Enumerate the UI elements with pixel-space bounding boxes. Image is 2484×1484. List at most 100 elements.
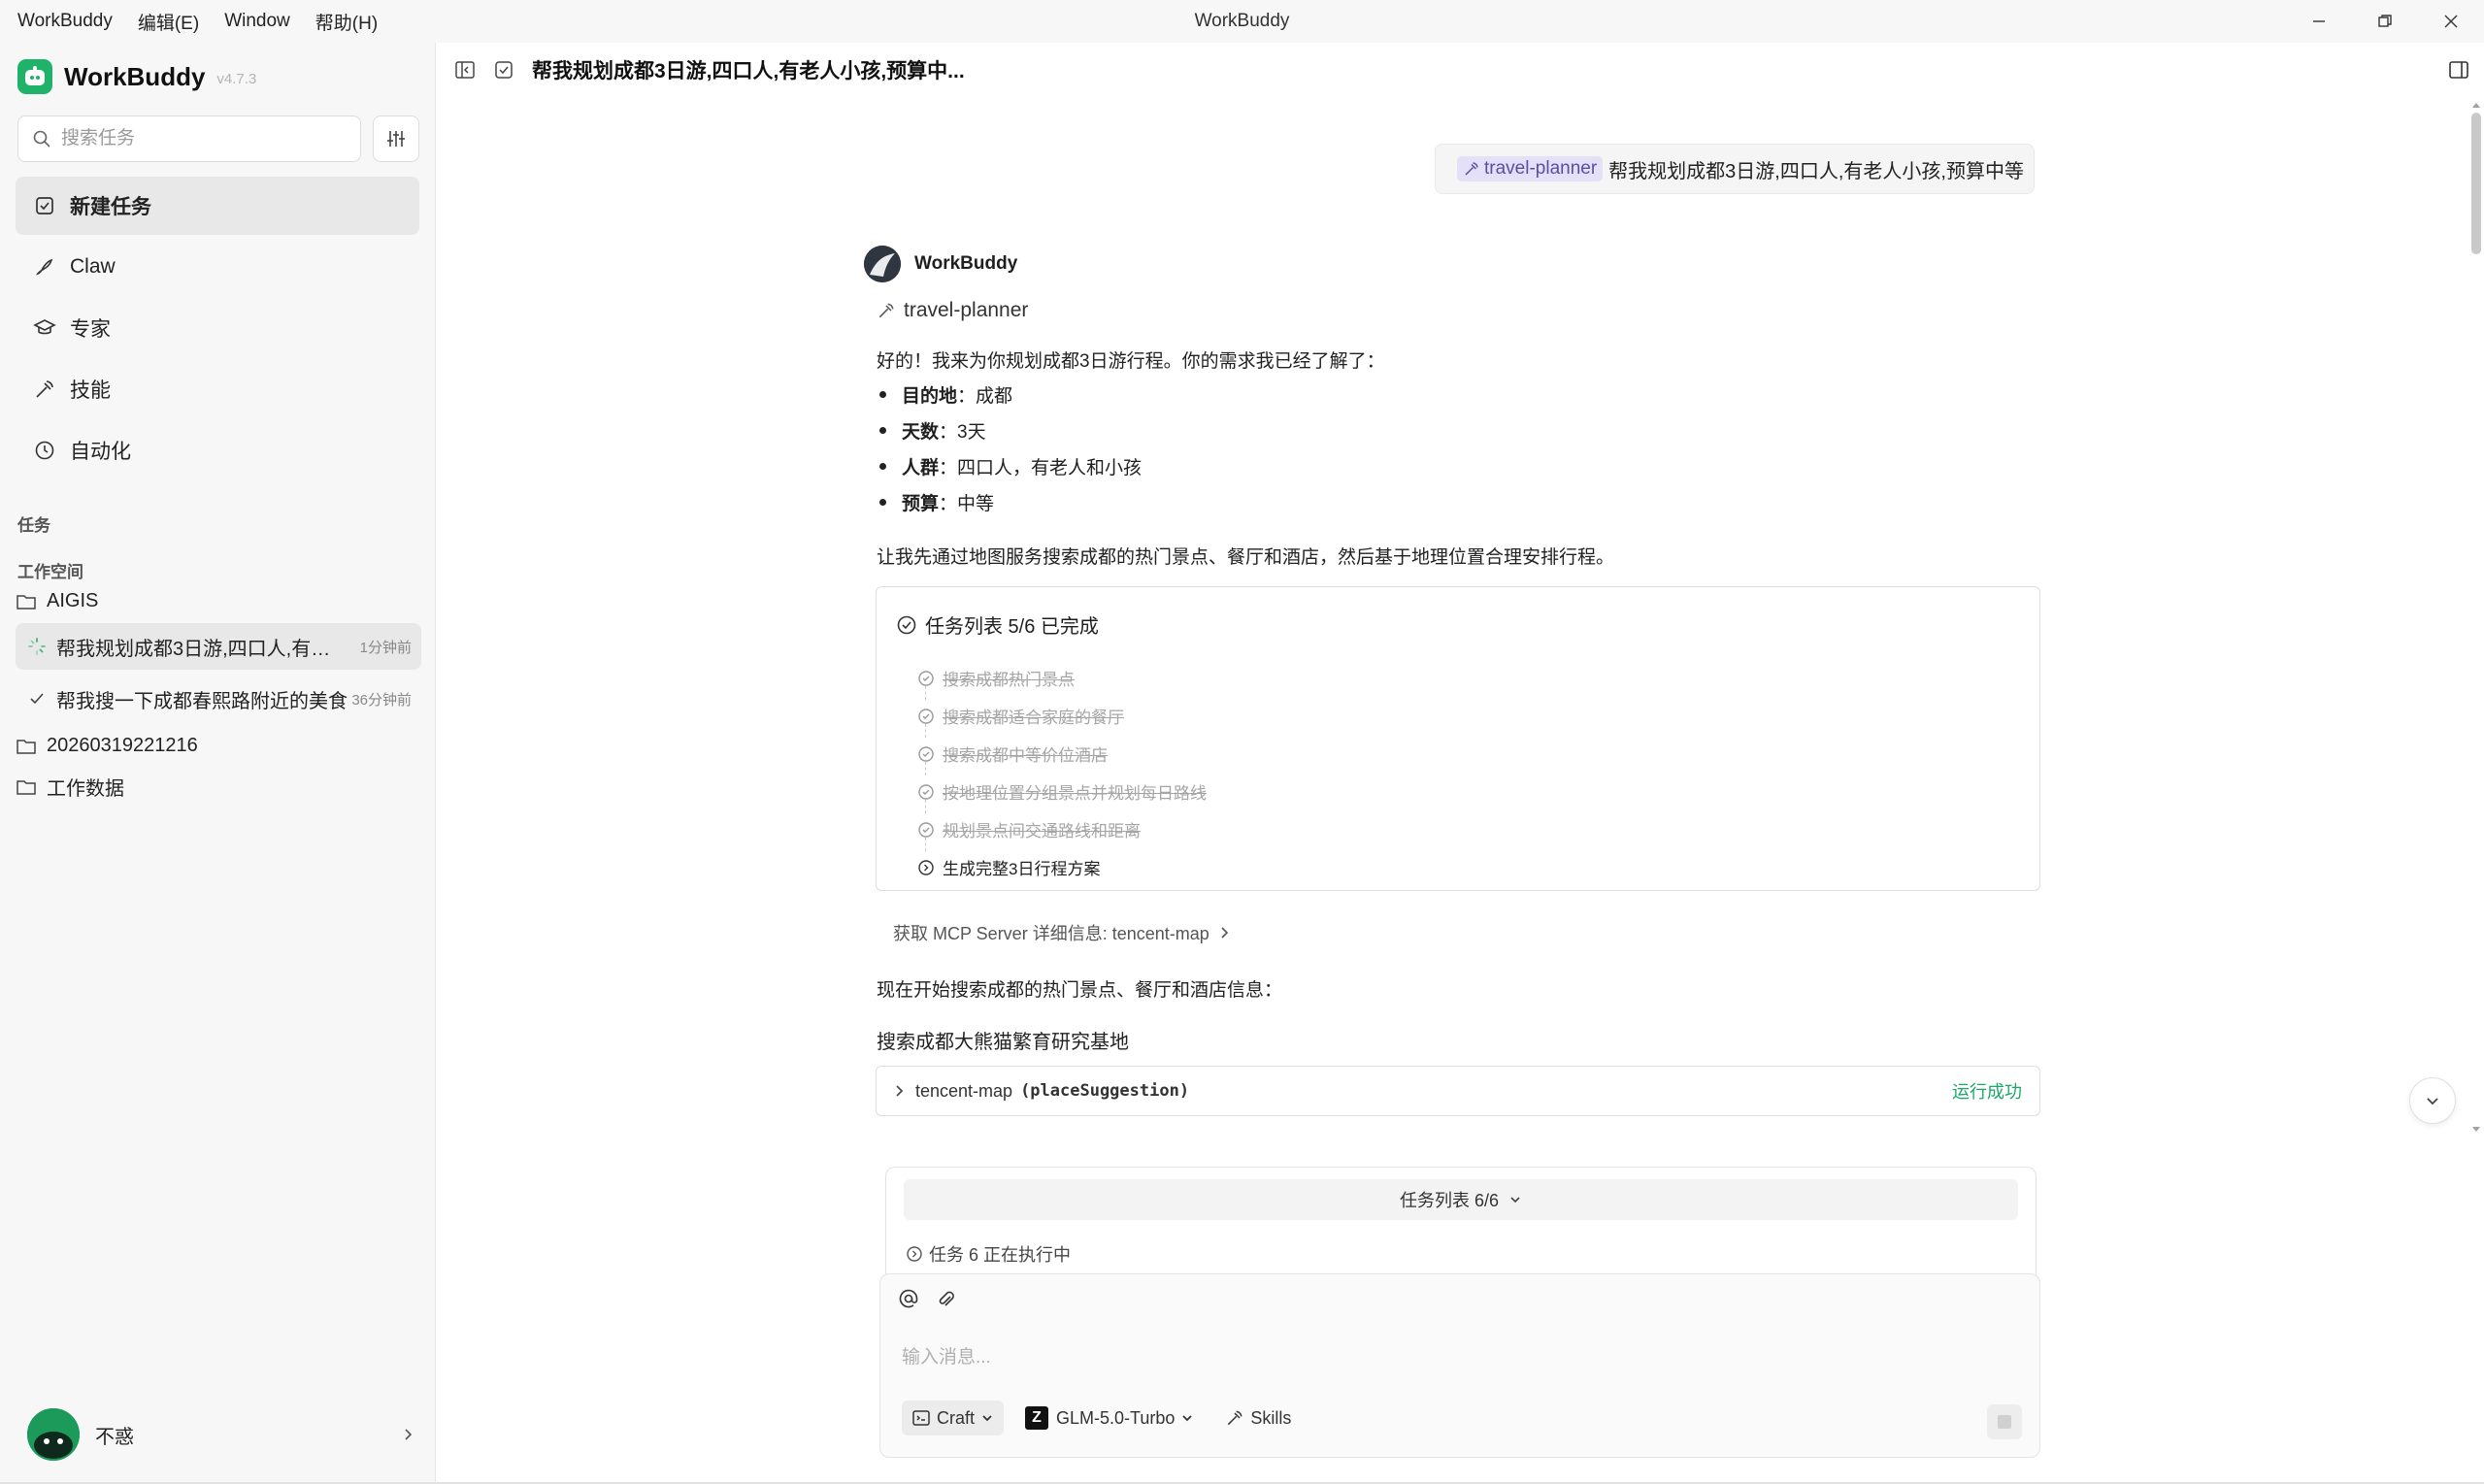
close-icon [2444, 15, 2458, 28]
nav-label: 技能 [70, 379, 111, 402]
skill-icon [1228, 1410, 1242, 1426]
clock-icon [33, 439, 56, 462]
nav-expert[interactable]: 专家 [16, 299, 419, 357]
check-circle-icon [918, 783, 934, 800]
task-list-toggle[interactable]: 任务列表 6/6 [904, 1179, 2018, 1220]
task-item[interactable]: 帮我搜一下成都春熙路附近的美食 36分钟前 [16, 676, 421, 722]
expert-icon [33, 316, 56, 340]
req-key: 预算 [902, 494, 940, 514]
message-composer: Craft Z GLM-5.0-Turbo Skills [879, 1273, 2040, 1458]
message-input[interactable] [902, 1340, 2008, 1375]
search-intro-text: 现在开始搜索成都的热门景点、餐厅和酒店信息： [877, 980, 1283, 1001]
scroll-down-arrow-icon[interactable] [2471, 1126, 2481, 1134]
chevron-right-icon [405, 1429, 413, 1440]
chevron-right-icon [896, 1085, 904, 1097]
skill-icon [33, 378, 56, 401]
bot-avatar [864, 246, 901, 282]
play-circle-icon [907, 1246, 922, 1262]
tasks-section-label: 任务 [17, 516, 50, 535]
check-icon [30, 693, 44, 705]
check-circle-icon [918, 708, 934, 724]
todo-header: 任务列表 5/6 已完成 [896, 610, 1099, 639]
folder-icon [17, 594, 36, 610]
skills-button[interactable]: Skills [1215, 1401, 1301, 1435]
nav-automation[interactable]: 自动化 [16, 421, 419, 479]
scroll-to-bottom-button[interactable] [2409, 1077, 2456, 1124]
search-input[interactable] [61, 128, 333, 149]
chevron-down-icon [2427, 1098, 2438, 1105]
right-panel-toggle-icon[interactable] [2447, 58, 2470, 82]
search-title: 搜索成都大熊猫繁育研究基地 [877, 1032, 1129, 1053]
chevron-down-icon [1510, 1197, 1520, 1204]
attachment-icon[interactable] [935, 1288, 956, 1309]
todo-text: 搜索成都中等价位酒店 [943, 746, 1108, 765]
todo-text: 按地理位置分组景点并规划每日路线 [943, 784, 1207, 803]
todo-item-done: 搜索成都热门景点 [917, 659, 1207, 700]
filter-sliders-icon [387, 131, 405, 147]
check-circle-icon [897, 615, 916, 634]
nav-new-task[interactable]: 新建任务 [16, 177, 419, 235]
mcp-info-link[interactable]: 获取 MCP Server 详细信息: tencent-map [893, 920, 1231, 945]
composer-toolbar [898, 1288, 956, 1309]
craft-mode-icon [912, 1410, 930, 1426]
skill-used: travel-planner [877, 299, 1028, 322]
req-value: ：中等 [939, 494, 995, 514]
minimize-button[interactable] [2286, 0, 2352, 43]
menu-bar: WorkBuddy 编辑(E) Window 帮助(H) [0, 0, 403, 43]
mode-selector[interactable]: Craft [902, 1401, 1005, 1435]
menu-workbuddy[interactable]: WorkBuddy [17, 11, 113, 32]
restore-button[interactable] [2352, 0, 2418, 43]
skill-chip[interactable]: travel-planner [1457, 156, 1604, 181]
sidebar-collapse-icon[interactable] [454, 59, 476, 81]
req-key: 目的地 [902, 386, 958, 407]
req-value: ：成都 [957, 386, 1013, 407]
tool-server-name: tencent-map [915, 1080, 1013, 1101]
todo-item-current: 生成完整3日行程方案 [917, 848, 1207, 886]
nav-label: 新建任务 [70, 196, 151, 218]
scrollbar-thumb[interactable] [2471, 113, 2481, 254]
model-selector[interactable]: Z GLM-5.0-Turbo [1015, 1401, 1204, 1435]
folder-work-data[interactable]: 工作数据 [16, 773, 124, 801]
check-circle-icon [918, 670, 934, 686]
nav-label: Claw [70, 255, 116, 278]
user-message-bubble: travel-planner 帮我规划成都3日游,四口人,有老人小孩,预算中等 [1435, 144, 2035, 194]
title-bar: WorkBuddy 编辑(E) Window 帮助(H) WorkBuddy [0, 0, 2484, 43]
task-list-label: 任务列表 6/6 [1399, 1191, 1500, 1210]
sidebar-nav: 新建任务 Claw 专家 技能 自动化 [16, 177, 419, 482]
req-key: 天数 [902, 422, 940, 443]
task-time: 36分钟前 [351, 691, 412, 709]
todo-list: 搜索成都热门景点 搜索成都适合家庭的餐厅 搜索成都中等价位酒店 按地理位置分组景… [917, 659, 1207, 886]
close-button[interactable] [2418, 0, 2484, 43]
composer-options: Craft Z GLM-5.0-Turbo Skills [902, 1401, 1301, 1435]
mention-icon[interactable] [898, 1288, 919, 1309]
tool-call-card[interactable]: tencent-map (placeSuggestion) 运行成功 [876, 1066, 2040, 1116]
chevron-down-icon [1182, 1415, 1193, 1422]
todo-text: 生成完整3日行程方案 [943, 860, 1101, 878]
folder-20260319221216[interactable]: 20260319221216 [16, 735, 198, 757]
menu-edit[interactable]: 编辑(E) [138, 9, 199, 35]
stop-button[interactable] [1987, 1404, 2022, 1439]
nav-claw[interactable]: Claw [16, 238, 419, 296]
menu-help[interactable]: 帮助(H) [315, 9, 378, 35]
claw-icon [33, 255, 56, 279]
bot-name: WorkBuddy [914, 253, 1018, 274]
req-key: 人群 [902, 458, 940, 478]
loading-spinner-icon [28, 638, 46, 655]
nav-skills[interactable]: 技能 [16, 360, 419, 418]
task-item-active[interactable]: 帮我规划成都3日游,四口人,有老人小孩,预算中等 1分钟前 [16, 623, 421, 670]
task-title: 帮我规划成都3日游,四口人,有老人小孩,预算中等 [56, 638, 348, 660]
menu-window[interactable]: Window [224, 11, 290, 32]
todo-item-done: 规划景点间交通路线和距离 [917, 810, 1207, 851]
scroll-up-arrow-icon[interactable] [2471, 101, 2481, 109]
restore-icon [2378, 15, 2392, 27]
user-name: 不惑 [95, 1426, 134, 1448]
new-task-icon [33, 194, 56, 217]
user-profile[interactable]: 不惑 [27, 1407, 415, 1462]
filter-button[interactable] [373, 115, 419, 162]
folder-icon [17, 779, 36, 795]
new-task-icon[interactable] [493, 59, 514, 81]
todo-item-done: 搜索成都中等价位酒店 [917, 735, 1207, 775]
skill-chip-label: travel-planner [1484, 158, 1598, 179]
chevron-right-icon [1221, 927, 1228, 939]
folder-aigis[interactable]: AIGIS [16, 590, 98, 612]
